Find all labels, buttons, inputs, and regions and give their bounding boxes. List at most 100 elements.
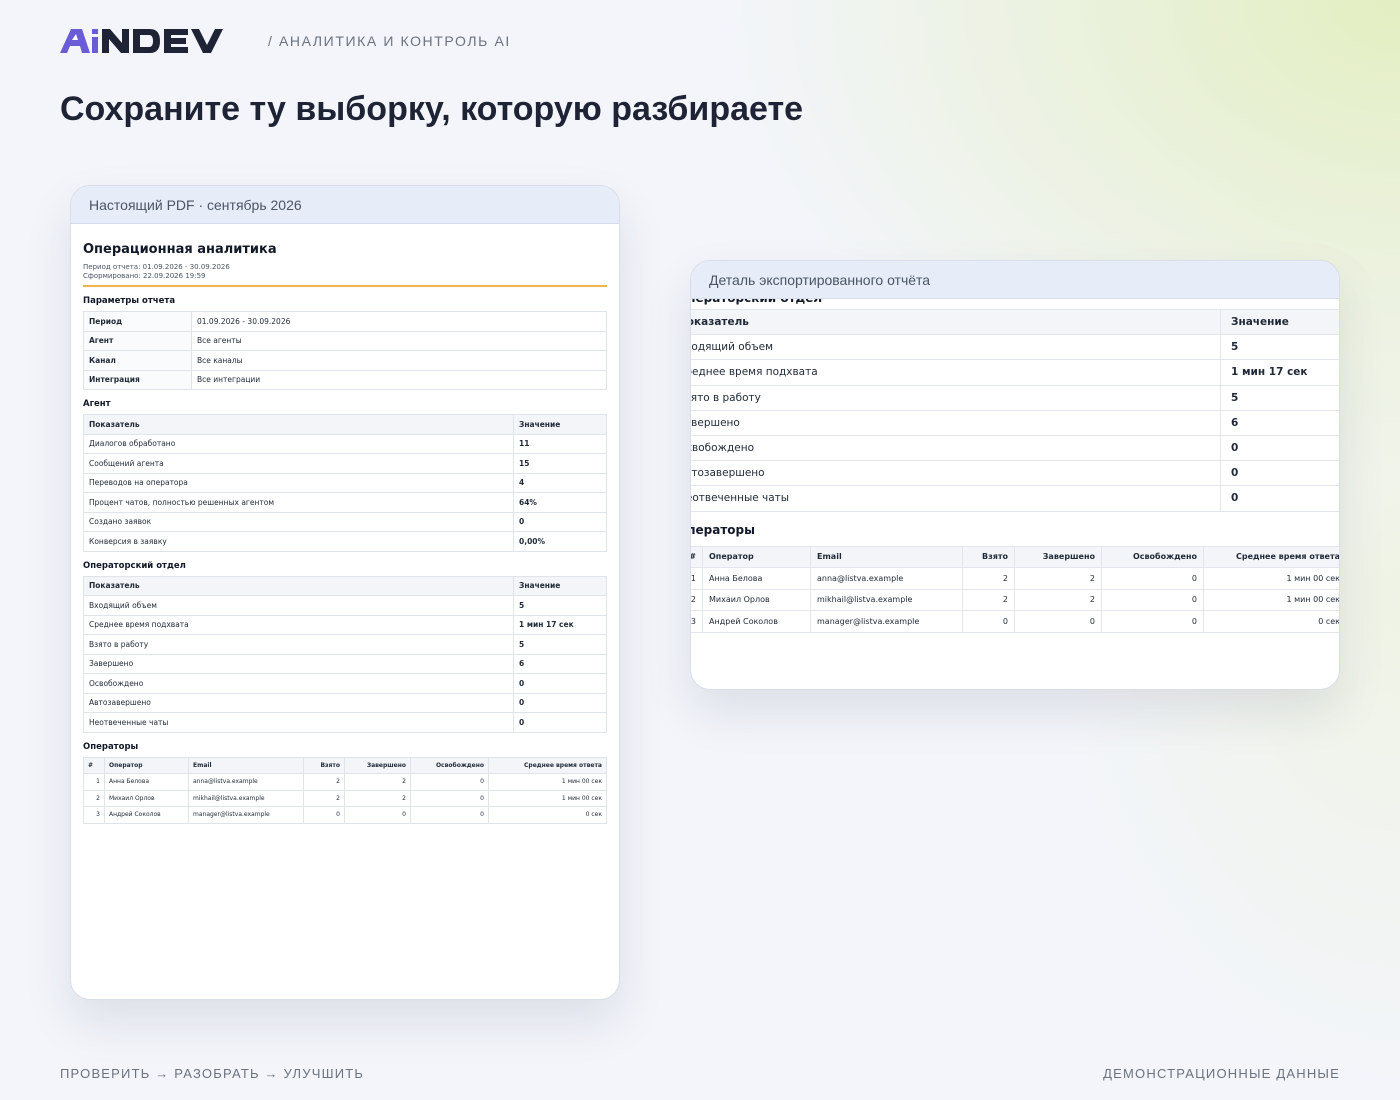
row-number: 3 (691, 610, 703, 633)
pdf-generated: Сформировано: 22.09.2026 19:59 (83, 272, 206, 280)
detail-operators-heading: Операторы (691, 522, 755, 537)
table-row: 2 Михаил Орлов mikhail@listva.example 2 … (83, 789, 607, 807)
table-header-row: Показатель Значение (83, 414, 607, 435)
row-number: 1 (691, 567, 703, 590)
param-key: Интеграция (83, 369, 192, 390)
metric-cell: Процент чатов, полностью решенных агенто… (83, 492, 514, 513)
column-header: Оператор (702, 545, 811, 568)
avg-time-cell: 1 мин 00 сек (488, 789, 607, 807)
operator-email: mikhail@listva.example (810, 588, 963, 611)
operator-email: manager@listva.example (188, 806, 304, 824)
table-row: Взято в работу5 (691, 384, 1339, 411)
avg-time-cell: 1 мин 00 сек (1203, 567, 1339, 590)
taken-cell: 2 (962, 567, 1015, 590)
ops-dept-heading: Операторский отдел (83, 560, 186, 571)
table-row: 1 Анна Белова anna@listva.example 2 2 0 … (83, 773, 607, 791)
column-header: Значение (513, 414, 607, 435)
aindev-logo-icon (60, 29, 223, 53)
value-cell: 15 (513, 453, 607, 474)
column-header: Освобождено (410, 756, 489, 774)
value-cell: 0,00% (513, 531, 607, 552)
avg-time-cell: 0 сек (1203, 610, 1339, 633)
value-cell: 0 (1220, 460, 1339, 487)
page-title: Сохраните ту выборку, которую разбираете (60, 90, 804, 128)
operator-email: anna@listva.example (810, 567, 963, 590)
metric-cell: Неотвеченные чаты (83, 712, 514, 733)
operators-table: # Оператор Email Взято Завершено Освобож… (83, 756, 607, 824)
operator-name: Андрей Соколов (702, 610, 811, 633)
metric-cell: Диалогов обработано (83, 433, 514, 454)
table-row: Освобождено0 (83, 673, 607, 694)
value-cell: 0 (513, 692, 607, 713)
value-cell: 1 мин 17 сек (1220, 359, 1339, 386)
table-row: 3 Андрей Соколов manager@listva.example … (83, 806, 607, 824)
pdf-period: Период отчета: 01.09.2026 - 30.09.2026 (83, 263, 230, 271)
brand-logo (60, 28, 242, 54)
agent-table: Показатель Значение Диалогов обработано 1… (83, 414, 607, 552)
metric-cell: Среднее время подхвата (691, 359, 1221, 386)
table-row: Входящий объем5 (691, 334, 1339, 361)
pdf-preview-card: Настоящий PDF · сентябрь 2026 Операционн… (70, 185, 620, 1000)
metric-cell: Сообщений агента (83, 453, 514, 474)
operator-email: mikhail@listva.example (188, 789, 304, 807)
released-cell: 0 (410, 789, 489, 807)
detail-card-caption: Деталь экспортированного отчёта (691, 261, 1339, 299)
taken-cell: 0 (962, 610, 1015, 633)
table-header-row: Показатель Значение (691, 308, 1339, 336)
done-cell: 0 (1014, 610, 1102, 633)
footer-demo-label: ДЕМОНСТРАЦИОННЫЕ ДАННЫЕ (1103, 1066, 1340, 1081)
metric-cell: Автозавершено (83, 692, 514, 713)
released-cell: 0 (1101, 588, 1204, 611)
column-header: Среднее время ответа (488, 756, 607, 774)
pdf-page: Операционная аналитика Период отчета: 01… (71, 224, 619, 824)
table-row: Канал Все каналы (83, 350, 607, 371)
done-cell: 2 (1014, 588, 1102, 611)
metric-cell: Среднее время подхвата (83, 614, 514, 635)
metric-cell: Входящий объем (691, 334, 1221, 361)
metric-cell: Входящий объем (83, 595, 514, 616)
metric-cell: Завершено (83, 653, 514, 674)
param-key: Период (83, 311, 192, 332)
footer-steps: ПРОВЕРИТЬ → РАЗОБРАТЬ → УЛУЧШИТЬ (60, 1066, 365, 1081)
table-row: Интеграция Все интеграции (83, 369, 607, 390)
param-value: 01.09.2026 - 30.09.2026 (191, 311, 607, 332)
taken-cell: 2 (303, 789, 345, 807)
metric-cell: Освобождено (83, 673, 514, 694)
brand-tagline: / АНАЛИТИКА И КОНТРОЛЬ AI (268, 33, 511, 49)
operators-heading: Операторы (83, 741, 139, 752)
column-header: Взято (962, 545, 1015, 568)
table-header-row: # Оператор Email Взято Завершено Освобож… (83, 756, 607, 774)
pdf-card-caption: Настоящий PDF · сентябрь 2026 (71, 186, 619, 224)
metric-cell: Автозавершено (691, 460, 1221, 487)
table-row: Неотвеченные чаты0 (83, 712, 607, 733)
column-header: Показатель (691, 308, 1221, 336)
table-row: Сообщений агента 15 (83, 453, 607, 474)
operator-name: Андрей Соколов (104, 806, 189, 824)
detail-card: Деталь экспортированного отчёта Оператор… (690, 260, 1340, 690)
column-header: Показатель (83, 414, 514, 435)
table-row: Освобождено0 (691, 434, 1339, 462)
column-header: Показатель (83, 575, 514, 596)
value-cell: 0 (513, 712, 607, 733)
released-cell: 0 (410, 773, 489, 791)
value-cell: 6 (1220, 409, 1339, 436)
operator-name: Михаил Орлов (104, 789, 189, 807)
table-row: 1 Анна Белова anna@listva.example 2 2 0 … (691, 567, 1339, 590)
column-header: Оператор (104, 756, 189, 774)
table-row: Переводов на оператора 4 (83, 472, 607, 493)
operator-name: Анна Белова (104, 773, 189, 791)
param-key: Агент (83, 330, 192, 351)
table-row: Процент чатов, полностью решенных агенто… (83, 492, 607, 513)
taken-cell: 2 (303, 773, 345, 791)
table-row: Создано заявок 0 (83, 511, 607, 532)
detail-zoomed-content: Операторский отдел Показатель Значение В… (691, 299, 1339, 633)
row-number: 1 (83, 773, 105, 791)
done-cell: 2 (1014, 567, 1102, 590)
released-cell: 0 (1101, 610, 1204, 633)
metric-cell: Создано заявок (83, 511, 514, 532)
row-number: 2 (83, 789, 105, 807)
value-cell: 5 (513, 595, 607, 616)
table-row: Среднее время подхвата 1 мин 17 сек (691, 359, 1339, 386)
detail-viewport: Операторский отдел Показатель Значение В… (691, 299, 1339, 689)
pdf-accent-rule (83, 285, 607, 287)
